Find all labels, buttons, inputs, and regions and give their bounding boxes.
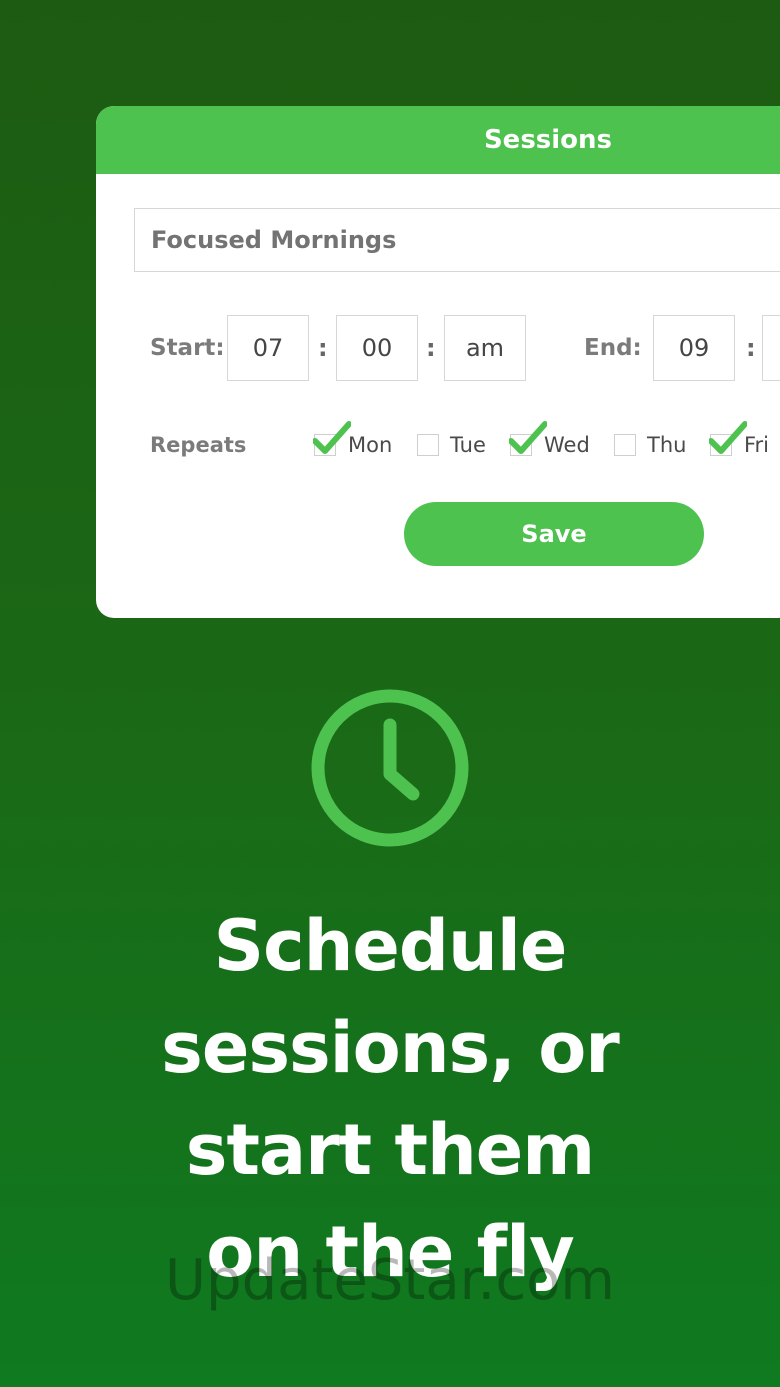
start-ampm-field[interactable]: am — [444, 315, 526, 381]
start-time-separator: : — [318, 334, 328, 362]
check-icon — [709, 421, 747, 454]
clock-icon — [311, 689, 469, 847]
day-tue[interactable]: Tue — [417, 430, 486, 460]
end-minute-field[interactable] — [762, 315, 780, 381]
session-name-input[interactable]: Focused Mornings — [134, 208, 780, 272]
day-fri[interactable]: Fri — [709, 421, 770, 460]
day-mon[interactable]: Mon — [313, 421, 393, 460]
watermark: UpdateStar.com — [165, 1248, 615, 1313]
check-icon — [509, 421, 547, 454]
headline-line: start them — [185, 1109, 595, 1191]
day-thu[interactable]: Thu — [614, 430, 686, 460]
end-time-separator: : — [746, 334, 756, 362]
sessions-card: Sessions Focused Mornings Start: 07 : 00… — [96, 106, 780, 618]
start-minute-field[interactable]: 00 — [336, 315, 418, 381]
day-label: Tue — [450, 433, 486, 457]
day-label: Fri — [744, 433, 770, 457]
checkbox[interactable] — [313, 421, 351, 456]
checkbox[interactable] — [614, 434, 636, 456]
start-hour-field[interactable]: 07 — [227, 315, 309, 381]
end-hour-field[interactable]: 09 — [653, 315, 735, 381]
checkbox[interactable] — [709, 421, 747, 456]
check-icon — [313, 421, 351, 454]
start-label: Start: — [150, 335, 225, 361]
headline-line: sessions, or — [161, 1007, 620, 1089]
save-button[interactable]: Save — [404, 502, 704, 566]
day-label: Mon — [348, 433, 393, 457]
day-label: Thu — [647, 433, 687, 457]
repeats-label: Repeats — [150, 433, 247, 457]
end-label: End: — [584, 335, 642, 361]
day-wed[interactable]: Wed — [509, 421, 590, 460]
checkbox[interactable] — [417, 434, 439, 456]
checkbox[interactable] — [509, 421, 547, 456]
headline-line: Schedule — [213, 905, 568, 987]
card-header: Sessions — [96, 106, 780, 174]
headline: Schedule sessions, or start them on the … — [0, 895, 780, 1303]
start-time-separator-2: : — [426, 334, 436, 362]
day-label: Wed — [544, 433, 590, 457]
card-title: Sessions — [483, 125, 613, 155]
